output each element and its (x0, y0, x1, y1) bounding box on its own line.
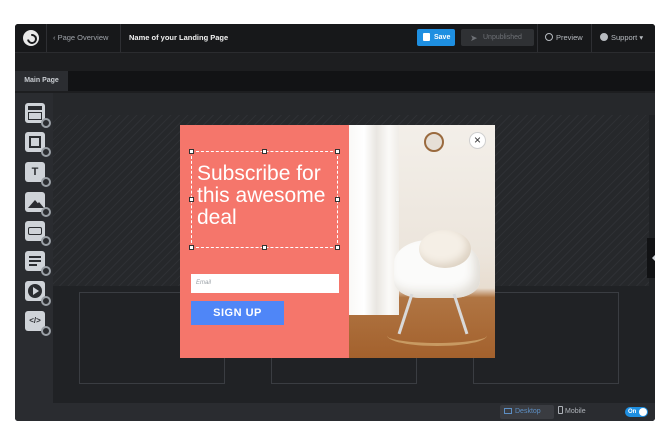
unpublished-label: Unpublished (483, 34, 522, 41)
preview-button[interactable]: Preview (545, 29, 583, 46)
box-icon[interactable] (25, 132, 51, 157)
mobile-label: Mobile (565, 408, 586, 415)
resize-handle[interactable] (189, 245, 194, 250)
save-icon (423, 33, 430, 41)
help-icon (600, 33, 608, 41)
chair-rocker (387, 325, 487, 346)
logo-icon[interactable] (23, 30, 39, 46)
close-icon[interactable]: × (469, 132, 486, 149)
resize-handle[interactable] (335, 149, 340, 154)
unpublished-button[interactable]: ➤ Unpublished (461, 29, 534, 46)
view-toggle[interactable]: On (625, 407, 648, 417)
divider (591, 24, 592, 52)
page-name[interactable]: Name of your Landing Page (129, 24, 228, 52)
top-toolbar: ‹ Page Overview Name of your Landing Pag… (15, 24, 655, 53)
support-label: Support ▾ (611, 33, 644, 42)
canvas-header (53, 93, 655, 115)
toggle-label: On (628, 409, 637, 415)
mobile-view-button[interactable]: Mobile (558, 405, 586, 419)
resize-handle[interactable] (335, 197, 340, 202)
tab-strip (68, 71, 655, 91)
resize-handle[interactable] (189, 149, 194, 154)
button-icon[interactable] (25, 221, 51, 246)
image-icon[interactable] (25, 192, 51, 217)
desktop-icon (504, 408, 512, 414)
popup-form-panel: Subscribe for this awesome deal Email SI… (180, 125, 349, 358)
mobile-icon (558, 406, 563, 414)
resize-handle[interactable] (262, 149, 267, 154)
preview-label: Preview (556, 33, 583, 42)
view-toolbar: Desktop Mobile On ? (53, 403, 655, 421)
divider (120, 24, 121, 52)
resize-handle[interactable] (262, 245, 267, 250)
curtain-shape (349, 125, 399, 315)
save-button[interactable]: Save (417, 29, 455, 46)
desktop-view-button[interactable]: Desktop (500, 405, 554, 419)
fur-throw-shape (419, 230, 471, 268)
email-field[interactable]: Email (191, 274, 339, 293)
divider (537, 24, 538, 52)
support-button[interactable]: Support ▾ (600, 29, 643, 46)
popup-preview[interactable]: Subscribe for this awesome deal Email SI… (180, 125, 495, 358)
element-sidebar: T </> (15, 93, 53, 421)
save-label: Save (434, 34, 451, 41)
page-tabs: Main Page (15, 71, 655, 91)
selection-box (191, 151, 338, 248)
code-icon[interactable]: </> (25, 311, 51, 336)
section-icon[interactable] (25, 103, 51, 128)
eye-icon (545, 33, 553, 41)
resize-handle[interactable] (189, 197, 194, 202)
back-to-overview-link[interactable]: ‹ Page Overview (53, 24, 108, 52)
form-icon[interactable] (25, 251, 51, 276)
paper-plane-icon: ➤ (470, 33, 478, 43)
desktop-label: Desktop (515, 408, 541, 415)
divider (46, 24, 47, 52)
mirror-shape (424, 132, 444, 152)
video-icon[interactable] (25, 281, 51, 306)
sign-up-button[interactable]: SIGN UP (191, 301, 284, 325)
tab-main-page[interactable]: Main Page (15, 71, 68, 91)
resize-handle[interactable] (335, 245, 340, 250)
text-icon[interactable]: T (25, 162, 51, 187)
panel-collapse-handle[interactable] (647, 238, 655, 278)
popup-image (349, 125, 495, 358)
toggle-knob (639, 408, 647, 416)
